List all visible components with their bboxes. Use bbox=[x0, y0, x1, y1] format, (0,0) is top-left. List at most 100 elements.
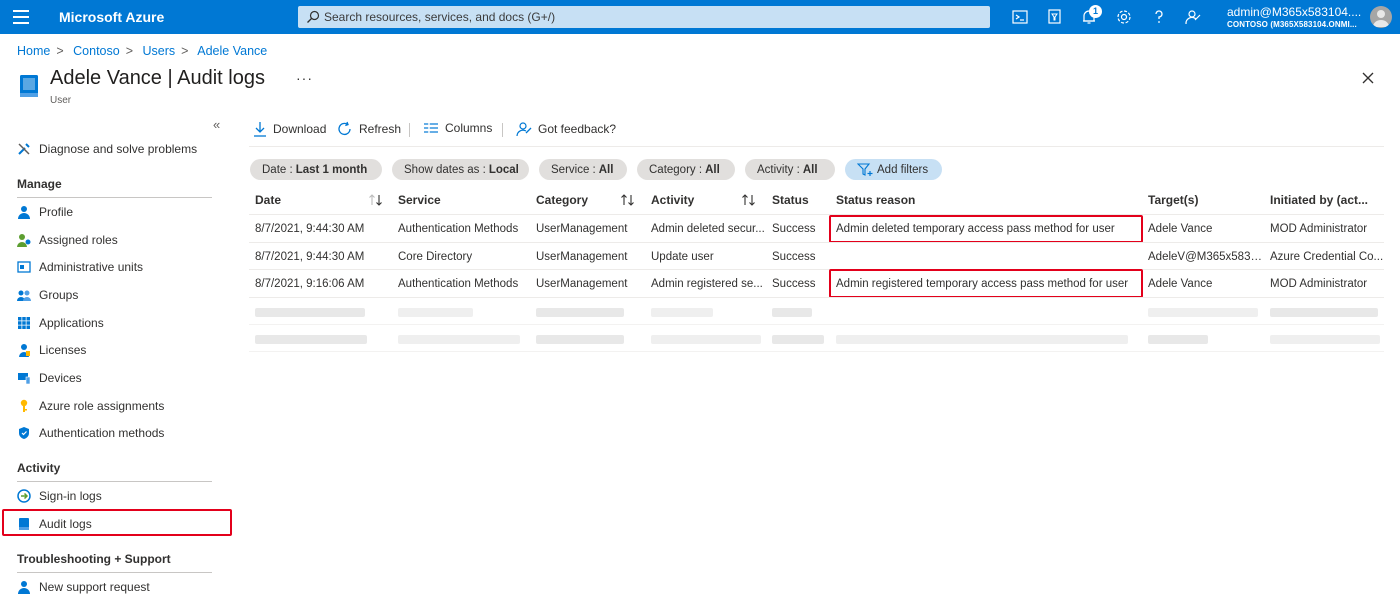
breadcrumb-user[interactable]: Adele Vance bbox=[197, 44, 267, 58]
wrench-icon bbox=[18, 143, 30, 155]
filter-value: All bbox=[598, 163, 614, 176]
sort-icon[interactable] bbox=[368, 193, 384, 207]
filter-label: Service : bbox=[551, 163, 596, 176]
column-header-category[interactable]: Category bbox=[536, 193, 588, 207]
cell-service: Authentication Methods bbox=[398, 278, 519, 290]
menu-icon[interactable] bbox=[13, 10, 29, 24]
sidebar-item-diagnose[interactable]: Diagnose and solve problems bbox=[17, 138, 217, 160]
feedback-button[interactable]: Got feedback? bbox=[516, 121, 616, 137]
page-title: Adele Vance | Audit logs bbox=[50, 67, 265, 89]
page-subtitle: User bbox=[50, 95, 72, 106]
section-troubleshooting: Troubleshooting + Support bbox=[17, 552, 171, 566]
collapse-sidebar-button[interactable]: « bbox=[213, 117, 220, 132]
row-divider bbox=[249, 351, 1384, 352]
close-icon[interactable] bbox=[1360, 70, 1376, 86]
cell-date: 8/7/2021, 9:16:06 AM bbox=[255, 278, 365, 290]
cell-service: Authentication Methods bbox=[398, 223, 519, 235]
toolbar-divider bbox=[409, 123, 410, 137]
filter-service[interactable]: Service : All bbox=[539, 159, 627, 180]
highlight-box bbox=[2, 509, 232, 536]
cell-activity: Update user bbox=[651, 251, 714, 263]
add-filters-button[interactable]: Add filters bbox=[845, 159, 942, 180]
filter-value: All bbox=[802, 163, 818, 176]
help-icon[interactable] bbox=[1150, 8, 1168, 26]
sidebar-item-label: Profile bbox=[39, 205, 74, 219]
sidebar-item-devices[interactable]: Devices bbox=[17, 367, 217, 389]
sidebar-item-new-support-request[interactable]: New support request bbox=[17, 576, 217, 598]
search-box[interactable] bbox=[298, 6, 990, 28]
account-info[interactable]: admin@M365x583104.... CONTOSO (M365X5831… bbox=[1227, 5, 1361, 29]
row-divider bbox=[249, 242, 1384, 243]
add-filters-label: Add filters bbox=[877, 163, 929, 176]
account-tenant: CONTOSO (M365X583104.ONMI... bbox=[1227, 20, 1357, 29]
sidebar-item-assigned-roles[interactable]: Assigned roles bbox=[17, 229, 217, 251]
support-icon bbox=[18, 581, 30, 594]
directory-filter-icon[interactable] bbox=[1046, 8, 1064, 26]
sidebar-item-label: New support request bbox=[39, 580, 150, 594]
sidebar-item-authentication-methods[interactable]: Authentication methods bbox=[17, 422, 217, 444]
avatar[interactable] bbox=[1370, 6, 1392, 28]
cloud-shell-icon[interactable] bbox=[1011, 8, 1029, 26]
columns-button[interactable]: Columns bbox=[423, 121, 492, 135]
divider bbox=[17, 481, 212, 482]
download-label: Download bbox=[273, 122, 327, 136]
admin-units-icon bbox=[17, 261, 31, 273]
column-header-date[interactable]: Date bbox=[255, 193, 281, 207]
columns-icon bbox=[424, 122, 438, 134]
roles-icon bbox=[17, 234, 31, 247]
sidebar-item-profile[interactable]: Profile bbox=[17, 201, 217, 223]
brand-title[interactable]: Microsoft Azure bbox=[59, 9, 164, 25]
sidebar-item-sign-in-logs[interactable]: Sign-in logs bbox=[17, 485, 217, 507]
filter-value: Last 1 month bbox=[295, 163, 368, 176]
breadcrumb-home[interactable]: Home bbox=[17, 44, 50, 58]
row-divider bbox=[249, 297, 1384, 298]
search-input[interactable] bbox=[324, 8, 974, 26]
user-icon bbox=[18, 206, 30, 219]
filter-activity[interactable]: Activity : All bbox=[745, 159, 835, 180]
column-header-activity[interactable]: Activity bbox=[651, 193, 694, 207]
sidebar-item-applications[interactable]: Applications bbox=[17, 312, 217, 334]
column-header-status-reason[interactable]: Status reason bbox=[836, 193, 915, 207]
sidebar-item-licenses[interactable]: Licenses bbox=[17, 339, 217, 361]
cell-targets: Adele Vance bbox=[1148, 278, 1213, 290]
download-button[interactable]: Download bbox=[253, 121, 326, 137]
sort-icon[interactable] bbox=[620, 193, 636, 207]
sidebar-item-groups[interactable]: Groups bbox=[17, 284, 217, 306]
filter-show-dates[interactable]: Show dates as : Local bbox=[392, 159, 529, 180]
feedback-icon[interactable] bbox=[1184, 8, 1202, 26]
sidebar-item-label: Diagnose and solve problems bbox=[39, 142, 198, 156]
filter-label: Date : bbox=[262, 163, 293, 176]
cell-category: UserManagement bbox=[536, 251, 628, 263]
groups-icon bbox=[17, 290, 31, 301]
sign-in-icon bbox=[17, 489, 31, 503]
filter-date[interactable]: Date : Last 1 month bbox=[250, 159, 382, 180]
column-header-targets[interactable]: Target(s) bbox=[1148, 193, 1198, 207]
cell-status: Success bbox=[772, 251, 816, 263]
filter-label: Activity : bbox=[757, 163, 800, 176]
column-header-status[interactable]: Status bbox=[772, 193, 809, 207]
sidebar-item-administrative-units[interactable]: Administrative units bbox=[17, 256, 217, 278]
licenses-icon bbox=[19, 344, 30, 357]
breadcrumb: Home > Contoso > Users > Adele Vance bbox=[17, 44, 268, 58]
shield-icon bbox=[19, 427, 29, 439]
cell-category: UserManagement bbox=[536, 278, 628, 290]
cell-targets: AdeleV@M365x5831... bbox=[1148, 251, 1263, 263]
settings-icon[interactable] bbox=[1115, 8, 1133, 26]
refresh-button[interactable]: Refresh bbox=[337, 121, 401, 137]
divider bbox=[17, 197, 212, 198]
row-divider bbox=[249, 269, 1384, 270]
column-header-initiated-by[interactable]: Initiated by (act... bbox=[1270, 193, 1384, 207]
more-options-button[interactable]: ··· bbox=[296, 70, 313, 86]
sort-icon[interactable] bbox=[741, 193, 757, 207]
breadcrumb-contoso[interactable]: Contoso bbox=[73, 44, 120, 58]
breadcrumb-users[interactable]: Users bbox=[143, 44, 176, 58]
sidebar-item-label: Sign-in logs bbox=[39, 489, 102, 503]
cell-service: Core Directory bbox=[398, 251, 473, 263]
cell-date: 8/7/2021, 9:44:30 AM bbox=[255, 223, 365, 235]
sidebar-item-azure-role-assignments[interactable]: Azure role assignments bbox=[17, 395, 217, 417]
add-filter-icon bbox=[857, 162, 873, 176]
column-header-service[interactable]: Service bbox=[398, 193, 441, 207]
filter-category[interactable]: Category : All bbox=[637, 159, 735, 180]
cell-targets: Adele Vance bbox=[1148, 223, 1213, 235]
download-icon bbox=[254, 122, 266, 137]
